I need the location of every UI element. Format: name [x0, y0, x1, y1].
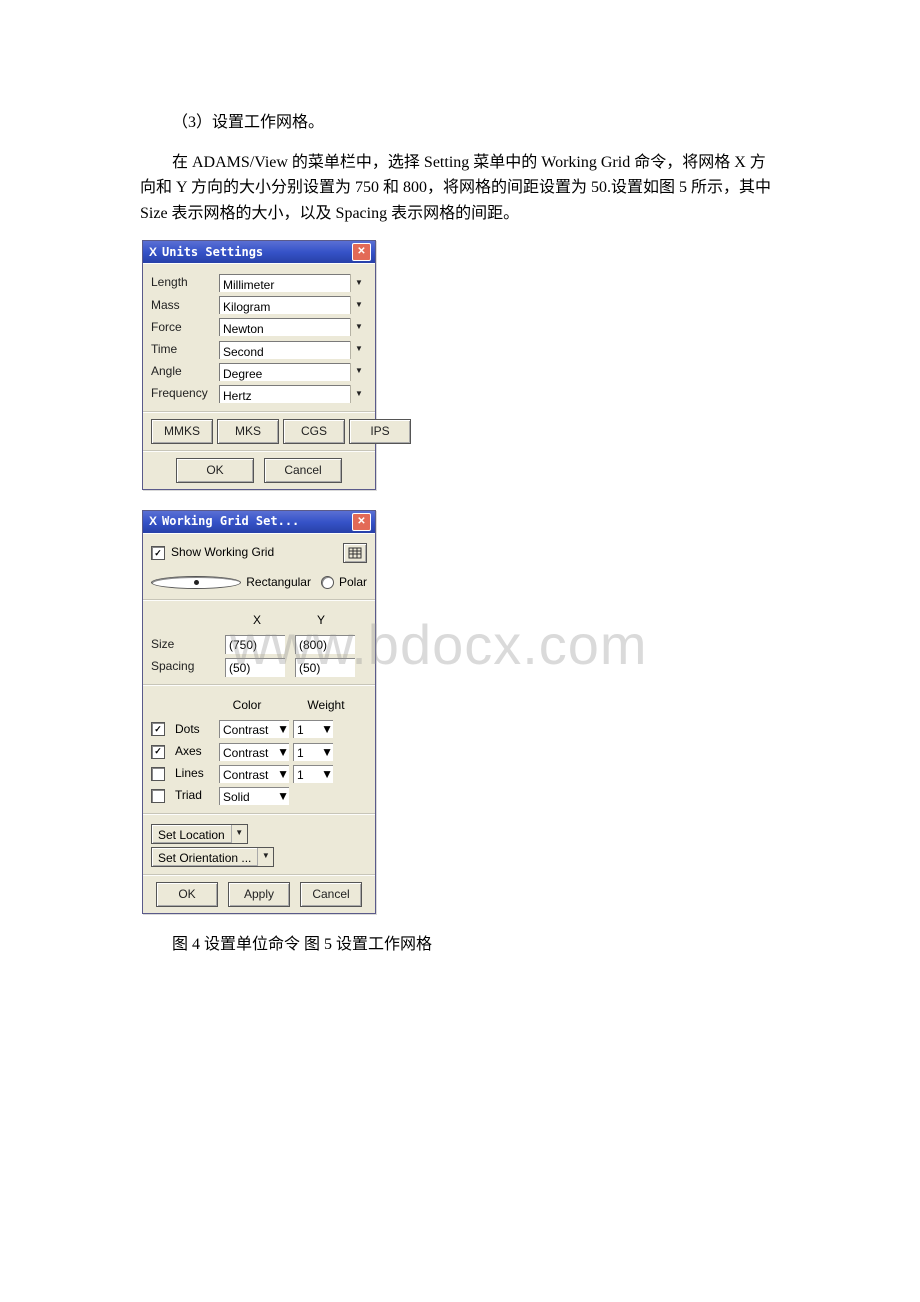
- spacing-x-input[interactable]: (50): [225, 658, 285, 677]
- triad-label: Triad: [175, 786, 215, 805]
- dots-color-value: Contrast: [219, 720, 277, 738]
- ips-button[interactable]: IPS: [349, 419, 411, 444]
- grid-titlebar[interactable]: X Working Grid Set... ✕: [143, 511, 375, 533]
- dots-label: Dots: [175, 720, 215, 739]
- lines-checkbox[interactable]: [151, 767, 165, 781]
- chevron-down-icon: ▼: [321, 720, 333, 738]
- axes-weight-value: 1: [293, 743, 321, 761]
- color-header: Color: [209, 696, 285, 715]
- mass-select[interactable]: Kilogram ▼: [219, 296, 367, 314]
- length-value: Millimeter: [219, 274, 350, 292]
- length-label: Length: [151, 273, 219, 292]
- chevron-down-icon: ▼: [277, 743, 289, 761]
- show-grid-label: Show Working Grid: [171, 543, 274, 562]
- weight-header: Weight: [285, 696, 367, 715]
- triad-value: Solid: [219, 787, 277, 805]
- dots-color-select[interactable]: Contrast▼: [219, 720, 289, 738]
- chevron-down-icon: ▼: [257, 848, 273, 866]
- angle-select[interactable]: Degree ▼: [219, 363, 367, 381]
- show-grid-checkbox[interactable]: ✓: [151, 546, 165, 560]
- mass-label: Mass: [151, 296, 219, 315]
- force-value: Newton: [219, 318, 350, 336]
- chevron-down-icon: ▼: [277, 787, 289, 805]
- lines-color-select[interactable]: Contrast▼: [219, 765, 289, 783]
- triad-select[interactable]: Solid▼: [219, 787, 289, 805]
- chevron-down-icon: ▼: [350, 274, 367, 292]
- grid-options-button[interactable]: [343, 543, 367, 563]
- cancel-button[interactable]: Cancel: [300, 882, 362, 907]
- triad-checkbox[interactable]: [151, 789, 165, 803]
- time-value: Second: [219, 341, 350, 359]
- dots-weight-select[interactable]: 1▼: [293, 720, 333, 738]
- chevron-down-icon: ▼: [321, 765, 333, 783]
- axes-label: Axes: [175, 742, 215, 761]
- size-x-input[interactable]: (750): [225, 635, 285, 654]
- paragraph-1: （3）设置工作网格。: [140, 110, 780, 136]
- axes-color-select[interactable]: Contrast▼: [219, 743, 289, 761]
- app-x-icon: X: [149, 512, 157, 531]
- set-orientation-label: Set Orientation ...: [152, 848, 257, 866]
- set-location-label: Set Location: [152, 825, 231, 843]
- frequency-label: Frequency: [151, 384, 219, 403]
- ok-button[interactable]: OK: [176, 458, 254, 483]
- x-header: X: [225, 611, 289, 630]
- chevron-down-icon: ▼: [277, 720, 289, 738]
- units-title: Units Settings: [162, 243, 263, 262]
- lines-weight-value: 1: [293, 765, 321, 783]
- polar-radio[interactable]: [321, 576, 334, 589]
- chevron-down-icon: ▼: [321, 743, 333, 761]
- angle-label: Angle: [151, 362, 219, 381]
- force-select[interactable]: Newton ▼: [219, 318, 367, 336]
- rectangular-radio[interactable]: [151, 576, 241, 589]
- y-header: Y: [289, 611, 353, 630]
- set-orientation-dropdown[interactable]: Set Orientation ... ▼: [151, 847, 274, 867]
- rectangular-label: Rectangular: [246, 573, 311, 592]
- chevron-down-icon: ▼: [350, 363, 367, 381]
- mks-button[interactable]: MKS: [217, 419, 279, 444]
- units-titlebar[interactable]: X Units Settings ✕: [143, 241, 375, 263]
- frequency-select[interactable]: Hertz ▼: [219, 385, 367, 403]
- spacing-y-input[interactable]: (50): [295, 658, 355, 677]
- chevron-down-icon: ▼: [350, 318, 367, 336]
- close-icon[interactable]: ✕: [352, 513, 371, 531]
- set-location-dropdown[interactable]: Set Location ▼: [151, 824, 248, 844]
- axes-color-value: Contrast: [219, 743, 277, 761]
- mmks-button[interactable]: MMKS: [151, 419, 213, 444]
- frequency-value: Hertz: [219, 385, 350, 403]
- cancel-button[interactable]: Cancel: [264, 458, 342, 483]
- chevron-down-icon: ▼: [231, 825, 247, 843]
- ok-button[interactable]: OK: [156, 882, 218, 907]
- apply-button[interactable]: Apply: [228, 882, 290, 907]
- working-grid-dialog: X Working Grid Set... ✕ ✓ Show Working G…: [142, 510, 376, 914]
- dots-checkbox[interactable]: ✓: [151, 722, 165, 736]
- time-label: Time: [151, 340, 219, 359]
- chevron-down-icon: ▼: [350, 341, 367, 359]
- paragraph-2: 在 ADAMS/View 的菜单栏中，选择 Setting 菜单中的 Worki…: [140, 150, 780, 227]
- polar-label: Polar: [339, 573, 367, 592]
- units-settings-dialog: X Units Settings ✕ Length Millimeter ▼ M…: [142, 240, 376, 490]
- size-y-input[interactable]: (800): [295, 635, 355, 654]
- spacing-label: Spacing: [151, 657, 225, 676]
- length-select[interactable]: Millimeter ▼: [219, 274, 367, 292]
- lines-label: Lines: [175, 764, 215, 783]
- app-x-icon: X: [149, 243, 157, 262]
- lines-weight-select[interactable]: 1▼: [293, 765, 333, 783]
- force-label: Force: [151, 318, 219, 337]
- chevron-down-icon: ▼: [350, 385, 367, 403]
- dots-weight-value: 1: [293, 720, 321, 738]
- grid-title: Working Grid Set...: [162, 512, 299, 531]
- figure-caption: 图 4 设置单位命令 图 5 设置工作网格: [140, 932, 780, 958]
- chevron-down-icon: ▼: [350, 296, 367, 314]
- close-icon[interactable]: ✕: [352, 243, 371, 261]
- lines-color-value: Contrast: [219, 765, 277, 783]
- angle-value: Degree: [219, 363, 350, 381]
- time-select[interactable]: Second ▼: [219, 341, 367, 359]
- cgs-button[interactable]: CGS: [283, 419, 345, 444]
- axes-weight-select[interactable]: 1▼: [293, 743, 333, 761]
- axes-checkbox[interactable]: ✓: [151, 745, 165, 759]
- chevron-down-icon: ▼: [277, 765, 289, 783]
- mass-value: Kilogram: [219, 296, 350, 314]
- size-label: Size: [151, 635, 225, 654]
